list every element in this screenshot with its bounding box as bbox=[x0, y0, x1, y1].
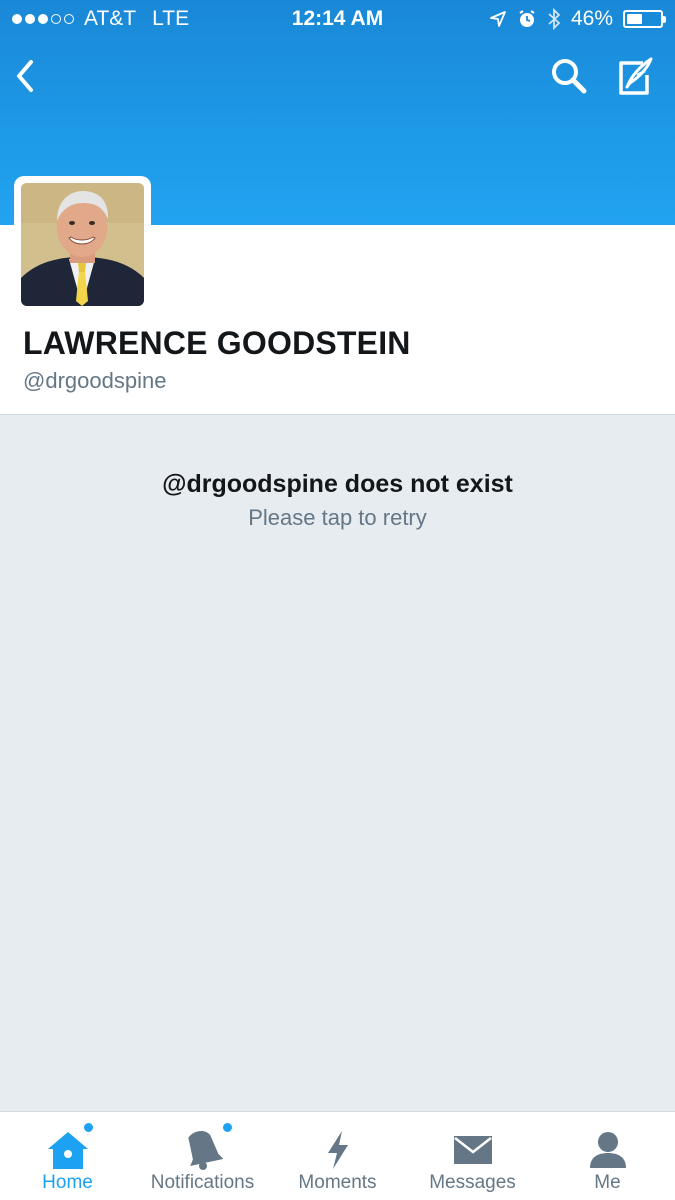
bluetooth-icon bbox=[548, 8, 561, 30]
envelope-icon bbox=[453, 1136, 492, 1164]
battery-icon bbox=[623, 10, 666, 28]
compose-button[interactable] bbox=[610, 52, 658, 100]
profile-screen: AT&T LTE 12:14 AM 46% LAWRENCE GOODSTEIN… bbox=[0, 0, 675, 1200]
tab-home[interactable]: Home bbox=[0, 1112, 135, 1200]
profile-handle: @drgoodspine bbox=[23, 368, 167, 393]
search-icon bbox=[552, 59, 587, 94]
person-icon bbox=[589, 1132, 626, 1168]
home-badge-dot bbox=[82, 1122, 94, 1133]
tab-notifications[interactable]: Notifications bbox=[135, 1112, 270, 1200]
tab-label: Home bbox=[42, 1172, 93, 1193]
tab-messages[interactable]: Messages bbox=[405, 1112, 540, 1200]
avatar-frame[interactable] bbox=[14, 176, 151, 313]
tab-label: Notifications bbox=[150, 1172, 255, 1193]
error-message[interactable]: @drgoodspine does not exist Please tap t… bbox=[0, 470, 675, 531]
tab-label: Me bbox=[594, 1172, 621, 1193]
retry-link[interactable]: Please tap to retry bbox=[0, 505, 675, 531]
avatar bbox=[21, 183, 144, 306]
back-button[interactable] bbox=[2, 52, 50, 100]
home-icon bbox=[47, 1132, 88, 1169]
bell-icon bbox=[187, 1131, 223, 1170]
battery-percent: 46% bbox=[570, 7, 613, 30]
status-right: 46% bbox=[489, 7, 666, 31]
lightning-icon bbox=[327, 1131, 348, 1169]
tab-label: Messages bbox=[429, 1172, 516, 1193]
notifications-badge-dot bbox=[221, 1122, 233, 1133]
tab-me[interactable]: Me bbox=[540, 1112, 675, 1200]
alarm-icon bbox=[519, 10, 535, 27]
compose-icon bbox=[619, 57, 653, 95]
status-bar: AT&T LTE 12:14 AM 46% bbox=[0, 0, 675, 38]
tab-label: Moments bbox=[298, 1172, 377, 1193]
tab-moments[interactable]: Moments bbox=[270, 1112, 405, 1200]
profile-name: LAWRENCE GOODSTEIN bbox=[23, 325, 411, 361]
chevron-left-icon bbox=[17, 60, 33, 92]
location-icon bbox=[490, 11, 506, 27]
search-button[interactable] bbox=[545, 52, 593, 100]
tab-bar: Home Notifications Moments Messages Me bbox=[0, 1111, 675, 1200]
error-title: @drgoodspine does not exist bbox=[162, 470, 513, 498]
